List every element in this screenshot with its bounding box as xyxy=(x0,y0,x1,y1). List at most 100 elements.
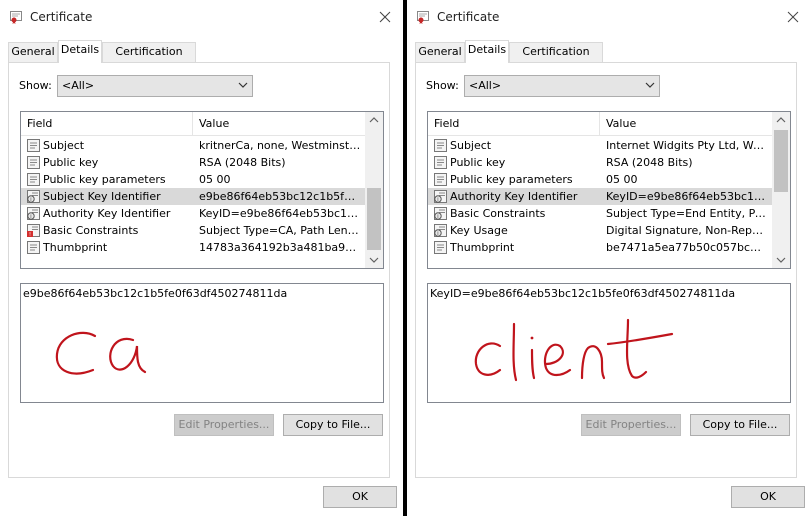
cert-field-icon xyxy=(433,240,448,255)
title-bar: Certificate xyxy=(0,0,403,34)
cert-field-icon xyxy=(26,138,41,153)
svg-text:!: ! xyxy=(29,232,31,238)
field-name: Public key parameters xyxy=(43,173,166,186)
copy-to-file-button[interactable]: Copy to File... xyxy=(283,414,383,436)
field-value: Subject Type=End Entity, Pat... xyxy=(606,207,768,220)
extension-icon: i xyxy=(433,206,448,221)
show-dropdown[interactable]: <All> xyxy=(464,75,660,97)
details-panel: Show: <All> Field Value Subject kritnerCa… xyxy=(8,62,390,478)
scroll-up-icon[interactable] xyxy=(772,112,790,129)
show-dropdown[interactable]: <All> xyxy=(57,75,253,97)
column-header-value[interactable]: Value xyxy=(600,112,772,136)
tab-general[interactable]: General xyxy=(8,42,58,62)
tab-general[interactable]: General xyxy=(415,42,465,62)
tab-strip: General Details Certification Path xyxy=(8,40,388,76)
cert-field-icon xyxy=(26,172,41,187)
scrollbar-thumb[interactable] xyxy=(774,130,788,192)
field-name: Subject Key Identifier xyxy=(43,190,161,203)
edit-properties-button[interactable]: Edit Properties... xyxy=(174,414,274,436)
list-row[interactable]: Public key parameters 05 00 xyxy=(21,171,365,188)
list-row[interactable]: i Key Usage Digital Signature, Non-Repudia… xyxy=(428,222,772,239)
tab-details[interactable]: Details xyxy=(58,40,102,63)
close-icon[interactable] xyxy=(373,5,397,29)
field-value: kritnerCa, none, Westminster,... xyxy=(199,139,361,152)
vertical-scrollbar[interactable] xyxy=(365,112,383,268)
handwritten-annotation-ca xyxy=(55,331,147,375)
window-title: Certificate xyxy=(437,10,500,24)
tab-certification-path[interactable]: Certification Path xyxy=(509,42,603,76)
critical-extension-icon: ! xyxy=(26,223,41,238)
list-body: Subject Internet Widgits Pty Ltd, West...… xyxy=(428,137,772,267)
field-value-textbox[interactable]: KeyID=e9be86f64eb53bc12c1b5fe0f63df45027… xyxy=(427,283,791,403)
field-name: Authority Key Identifier xyxy=(450,190,578,203)
ok-button[interactable]: OK xyxy=(731,486,805,508)
field-name: Key Usage xyxy=(450,224,508,237)
copy-to-file-button[interactable]: Copy to File... xyxy=(690,414,790,436)
chevron-down-icon xyxy=(645,82,655,88)
list-header: Field Value xyxy=(428,112,772,136)
extension-icon: i xyxy=(26,189,41,204)
field-value: 14783a364192b3a481ba97c5f... xyxy=(199,241,361,254)
field-name: Authority Key Identifier xyxy=(43,207,171,220)
field-name: Thumbprint xyxy=(43,241,108,254)
close-icon[interactable] xyxy=(781,5,805,29)
svg-text:i: i xyxy=(437,197,438,203)
tab-details[interactable]: Details xyxy=(465,40,509,63)
certificate-window-ca: Certificate General Details Certificatio… xyxy=(0,0,403,516)
list-row[interactable]: Public key RSA (2048 Bits) xyxy=(21,154,365,171)
field-value-textbox[interactable]: e9be86f64eb53bc12c1b5fe0f63df450274811da xyxy=(20,283,384,403)
column-header-field[interactable]: Field xyxy=(21,112,193,136)
field-name: Public key parameters xyxy=(450,173,573,186)
list-row[interactable]: Subject Internet Widgits Pty Ltd, West... xyxy=(428,137,772,154)
scrollbar-thumb[interactable] xyxy=(367,188,381,250)
title-bar: Certificate xyxy=(407,0,811,34)
scroll-down-icon[interactable] xyxy=(365,251,383,268)
certificate-window-client: Certificate General Details Certificatio… xyxy=(407,0,811,516)
list-row[interactable]: i Basic Constraints Subject Type=End Entit… xyxy=(428,205,772,222)
cert-field-icon xyxy=(433,172,448,187)
show-label: Show: xyxy=(19,79,52,92)
handwritten-annotation-client xyxy=(474,318,674,382)
fields-list[interactable]: Field Value Subject kritnerCa, none, West… xyxy=(20,111,384,269)
cert-field-icon xyxy=(26,240,41,255)
column-header-value[interactable]: Value xyxy=(193,112,365,136)
ok-button[interactable]: OK xyxy=(323,486,397,508)
field-name: Basic Constraints xyxy=(450,207,546,220)
chevron-down-icon xyxy=(238,82,248,88)
list-row[interactable]: ! Basic Constraints Subject Type=CA, Path … xyxy=(21,222,365,239)
scroll-down-icon[interactable] xyxy=(772,251,790,268)
window-title: Certificate xyxy=(30,10,93,24)
field-name: Thumbprint xyxy=(450,241,515,254)
scroll-up-icon[interactable] xyxy=(365,112,383,129)
list-row[interactable]: Thumbprint be7471a5ea77b50c057bc303... xyxy=(428,239,772,256)
list-row[interactable]: Subject kritnerCa, none, Westminster,... xyxy=(21,137,365,154)
extension-icon: i xyxy=(26,206,41,221)
field-name: Public key xyxy=(43,156,99,169)
field-value: Digital Signature, Non-Repudia... xyxy=(606,224,768,237)
show-dropdown-value: <All> xyxy=(62,79,95,92)
svg-text:i: i xyxy=(30,214,31,220)
cert-field-icon xyxy=(433,155,448,170)
field-value: Internet Widgits Pty Ltd, West... xyxy=(606,139,768,152)
extension-icon: i xyxy=(433,189,448,204)
list-row[interactable]: Public key RSA (2048 Bits) xyxy=(428,154,772,171)
svg-text:i: i xyxy=(30,197,31,203)
certificate-icon xyxy=(10,11,22,24)
fields-list[interactable]: Field Value Subject Internet Widgits Pty … xyxy=(427,111,791,269)
list-row[interactable]: i Authority Key Identifier KeyID=e9be86f64… xyxy=(428,188,772,205)
show-label: Show: xyxy=(426,79,459,92)
edit-properties-button[interactable]: Edit Properties... xyxy=(581,414,681,436)
tab-certification-path[interactable]: Certification Path xyxy=(102,42,196,76)
list-header: Field Value xyxy=(21,112,365,136)
svg-text:i: i xyxy=(437,214,438,220)
list-row[interactable]: Thumbprint 14783a364192b3a481ba97c5f... xyxy=(21,239,365,256)
details-panel: Show: <All> Field Value Subject Internet … xyxy=(415,62,797,478)
field-name: Public key xyxy=(450,156,506,169)
certificate-icon xyxy=(417,11,429,24)
list-row[interactable]: i Subject Key Identifier e9be86f64eb53bc12… xyxy=(21,188,365,205)
tab-strip: General Details Certification Path xyxy=(415,40,795,76)
vertical-scrollbar[interactable] xyxy=(772,112,790,268)
column-header-field[interactable]: Field xyxy=(428,112,600,136)
list-row[interactable]: Public key parameters 05 00 xyxy=(428,171,772,188)
list-row[interactable]: i Authority Key Identifier KeyID=e9be86f64… xyxy=(21,205,365,222)
